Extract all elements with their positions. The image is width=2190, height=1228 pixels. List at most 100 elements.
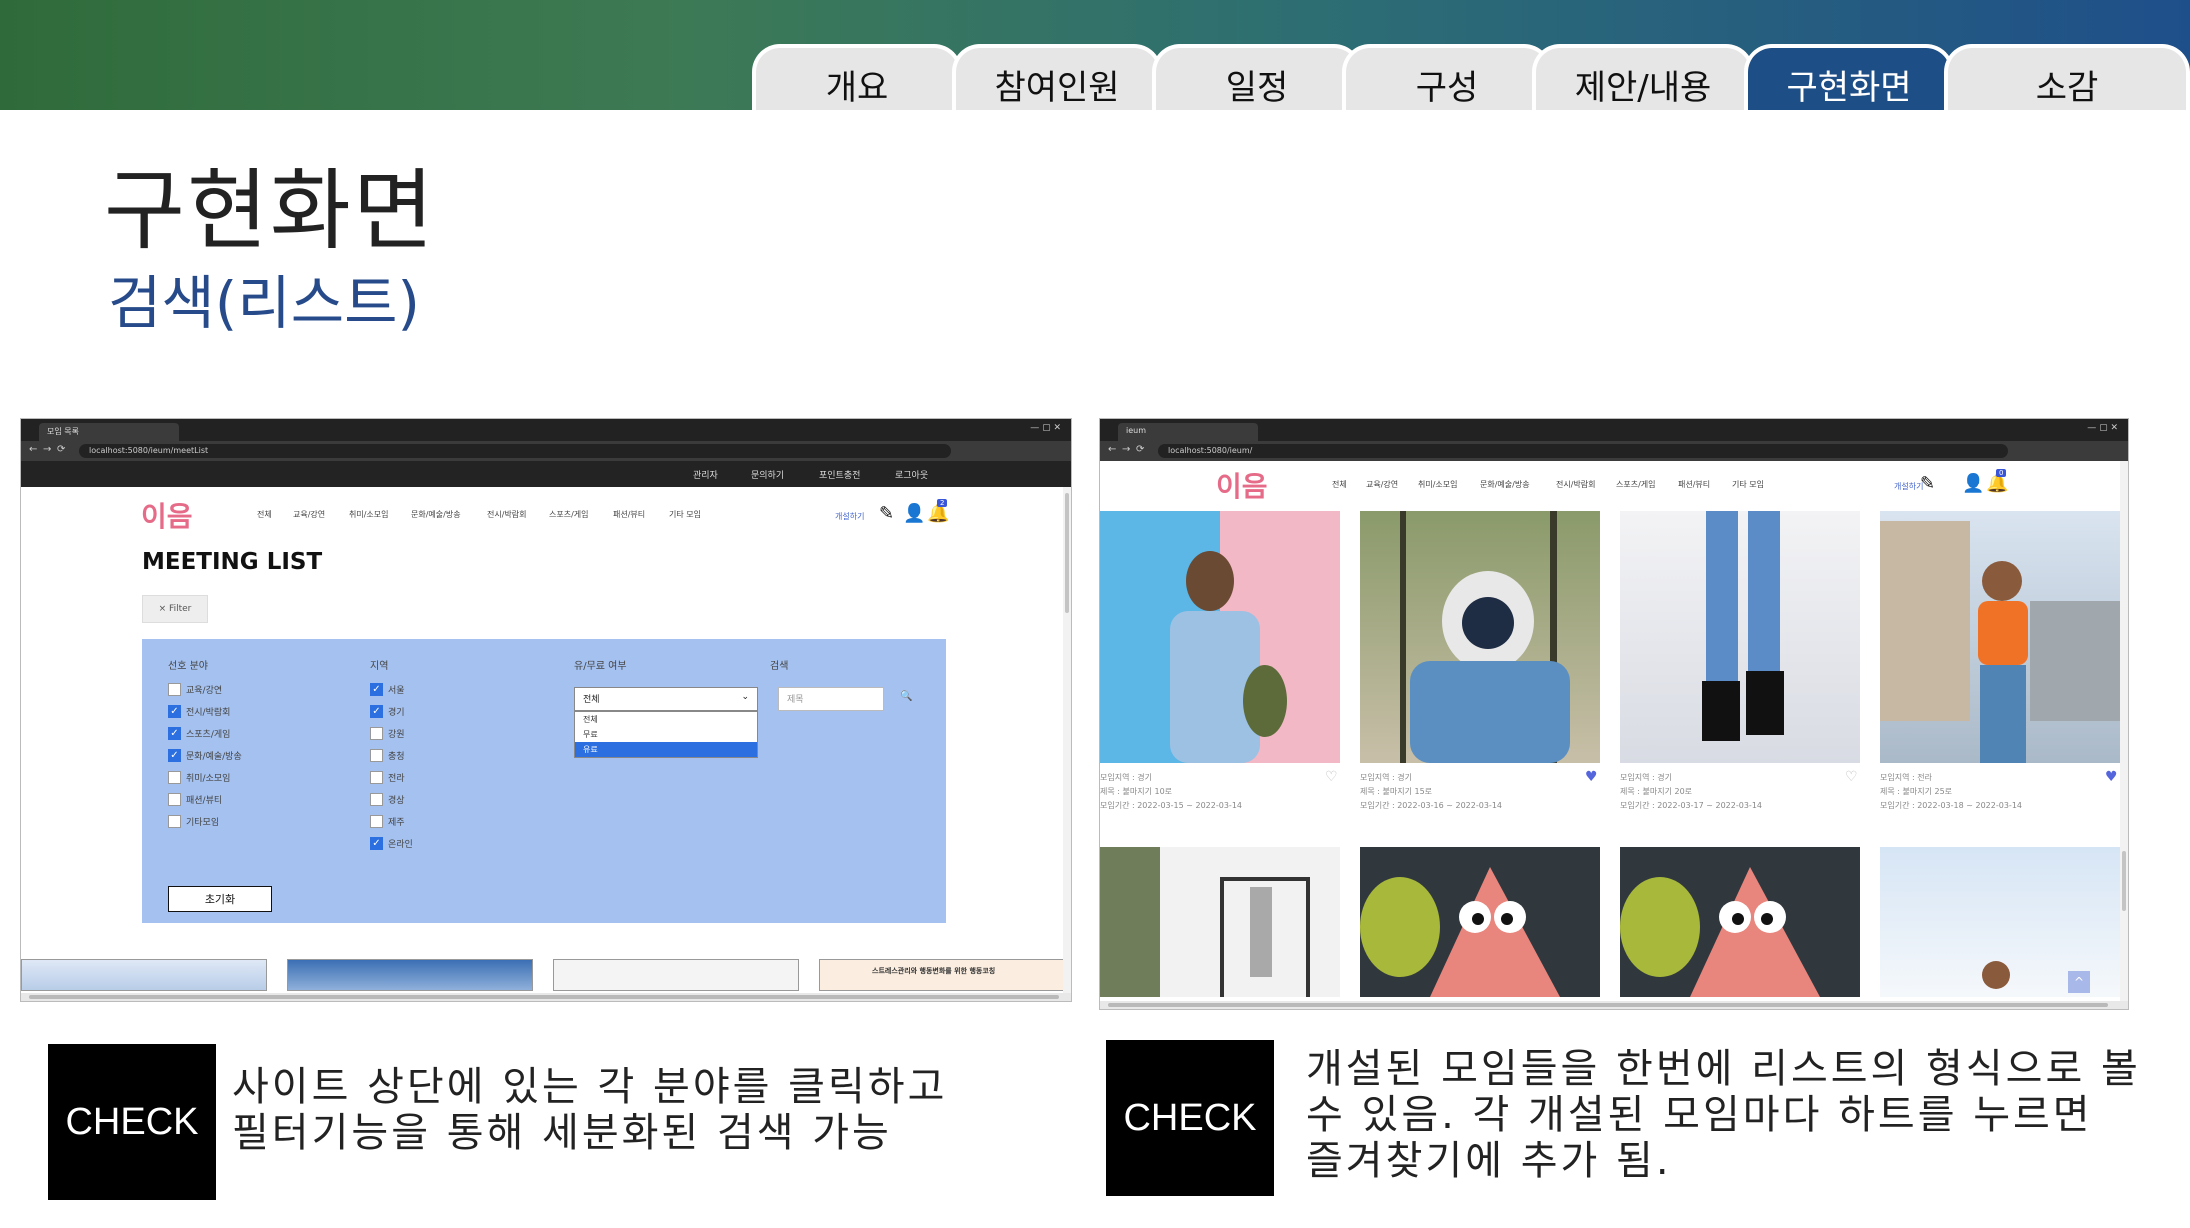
- nav-item[interactable]: 문화/예술/방송: [1480, 479, 1530, 490]
- vertical-scrollbar[interactable]: [2120, 461, 2128, 1001]
- window-controls-icon[interactable]: — ▢ ✕: [2087, 423, 2118, 433]
- checkbox-empty-icon[interactable]: [370, 793, 383, 806]
- filter-checkbox[interactable]: ✓ 문화/예술/방송: [168, 749, 242, 762]
- vertical-scrollbar[interactable]: [1063, 487, 1071, 993]
- nav-item[interactable]: 문화/예술/방송: [411, 509, 461, 520]
- nav-item[interactable]: 전시/박람회: [1556, 479, 1596, 490]
- tab-structure[interactable]: 구성: [1342, 44, 1552, 110]
- reload-icon[interactable]: ⟳: [57, 444, 65, 455]
- checkbox-empty-icon[interactable]: [168, 683, 181, 696]
- meeting-thumbnail[interactable]: 스트레스관리와 행동변화를 위한 행동코칭: [819, 959, 1065, 991]
- nav-item[interactable]: 취미/소모임: [349, 509, 389, 520]
- filter-checkbox[interactable]: 경상: [370, 793, 405, 806]
- filter-checkbox[interactable]: 전라: [370, 771, 405, 784]
- forward-icon[interactable]: →: [1122, 444, 1130, 455]
- nav-item[interactable]: 기타 모임: [669, 509, 701, 520]
- nav-item[interactable]: 전체: [1332, 479, 1347, 490]
- user-icon[interactable]: 👤: [1962, 473, 1984, 494]
- meeting-card-image[interactable]: [1100, 847, 1340, 997]
- checkbox-checked-icon[interactable]: ✓: [370, 705, 383, 718]
- tab-schedule[interactable]: 일정: [1152, 44, 1362, 110]
- heart-outline-icon[interactable]: ♡: [1845, 769, 1858, 785]
- checkbox-checked-icon[interactable]: ✓: [370, 837, 383, 850]
- filter-checkbox[interactable]: 제주: [370, 815, 405, 828]
- meeting-card-image[interactable]: [1620, 511, 1860, 763]
- meeting-thumbnail[interactable]: [287, 959, 533, 991]
- filter-checkbox[interactable]: ✓ 전시/박람회: [168, 705, 230, 718]
- filter-checkbox[interactable]: 충청: [370, 749, 405, 762]
- filter-checkbox[interactable]: 강원: [370, 727, 405, 740]
- meeting-card-image[interactable]: [1100, 511, 1340, 763]
- meeting-card-image[interactable]: [1360, 847, 1600, 997]
- search-icon[interactable]: 🔍: [900, 691, 912, 702]
- menu-inquiry[interactable]: 문의하기: [751, 468, 784, 481]
- fee-option-highlighted[interactable]: 유료: [575, 742, 757, 757]
- menu-logout[interactable]: 로그아웃: [895, 468, 928, 481]
- reset-button[interactable]: 초기화: [168, 886, 272, 912]
- browser-tab[interactable]: 모임 목록: [39, 423, 179, 441]
- filter-checkbox[interactable]: 기타모임: [168, 815, 219, 828]
- filter-checkbox[interactable]: ✓ 경기: [370, 705, 405, 718]
- fee-option[interactable]: 무료: [575, 727, 757, 742]
- checkbox-checked-icon[interactable]: ✓: [370, 683, 383, 696]
- nav-item[interactable]: 전시/박람회: [487, 509, 527, 520]
- meeting-thumbnail[interactable]: [21, 959, 267, 991]
- checkbox-empty-icon[interactable]: [168, 793, 181, 806]
- forward-icon[interactable]: →: [43, 444, 51, 455]
- fee-select[interactable]: 전체 ⌄: [574, 687, 758, 711]
- filter-checkbox[interactable]: 패션/뷰티: [168, 793, 222, 806]
- nav-item[interactable]: 스포츠/게임: [1616, 479, 1656, 490]
- meeting-card-info[interactable]: 모임지역 : 경기 제목 : 불마지기 20로 모임기간 : 2022-03-17 …: [1620, 771, 1860, 813]
- filter-checkbox[interactable]: ✓ 온라인: [370, 837, 413, 850]
- browser-tab[interactable]: ieum: [1118, 423, 1258, 441]
- checkbox-empty-icon[interactable]: [370, 727, 383, 740]
- reload-icon[interactable]: ⟳: [1136, 444, 1144, 455]
- scroll-top-button[interactable]: ^: [2068, 971, 2090, 993]
- create-edit-icon[interactable]: ✎: [879, 503, 894, 524]
- url-field[interactable]: localhost:5080/ieum/: [1158, 444, 2008, 458]
- nav-item[interactable]: 스포츠/게임: [549, 509, 589, 520]
- checkbox-empty-icon[interactable]: [370, 749, 383, 762]
- checkbox-empty-icon[interactable]: [370, 815, 383, 828]
- horizontal-scrollbar[interactable]: [21, 993, 1071, 1001]
- meeting-thumbnail[interactable]: [553, 959, 799, 991]
- back-icon[interactable]: ←: [1108, 444, 1116, 455]
- horizontal-scrollbar[interactable]: [1100, 1001, 2128, 1009]
- filter-checkbox[interactable]: ✓ 스포츠/게임: [168, 727, 230, 740]
- meeting-card-image[interactable]: [1620, 847, 1860, 997]
- tab-implementation[interactable]: 구현화면: [1744, 44, 1954, 110]
- checkbox-empty-icon[interactable]: [168, 815, 181, 828]
- window-controls-icon[interactable]: — ▢ ✕: [1030, 423, 1061, 433]
- create-meeting-link[interactable]: 개설하기: [835, 511, 864, 522]
- site-logo[interactable]: 이음: [1216, 465, 1268, 505]
- nav-item[interactable]: 패션/뷰티: [1678, 479, 1710, 490]
- meeting-card-info[interactable]: 모임지역 : 전라 제목 : 불마지기 25로 모임기간 : 2022-03-18 …: [1880, 771, 2120, 813]
- heart-filled-icon[interactable]: ♥: [2105, 769, 2118, 785]
- meeting-card-image[interactable]: [1360, 511, 1600, 763]
- checkbox-empty-icon[interactable]: [168, 771, 181, 784]
- heart-filled-icon[interactable]: ♥: [1585, 769, 1598, 785]
- tab-review[interactable]: 소감: [1944, 44, 2190, 110]
- filter-checkbox[interactable]: 취미/소모임: [168, 771, 230, 784]
- menu-admin[interactable]: 관리자: [693, 468, 718, 481]
- heart-outline-icon[interactable]: ♡: [1325, 769, 1338, 785]
- meeting-card-image[interactable]: [1880, 511, 2120, 763]
- url-field[interactable]: localhost:5080/ieum/meetList: [79, 444, 951, 458]
- create-edit-icon[interactable]: ✎: [1920, 473, 1935, 494]
- fee-option[interactable]: 전체: [575, 712, 757, 727]
- filter-toggle-button[interactable]: × Filter: [142, 595, 208, 623]
- nav-item[interactable]: 기타 모임: [1732, 479, 1764, 490]
- search-input[interactable]: 제목: [778, 687, 884, 711]
- tab-members[interactable]: 참여인원: [952, 44, 1162, 110]
- user-icon[interactable]: 👤: [903, 503, 925, 524]
- checkbox-checked-icon[interactable]: ✓: [168, 705, 181, 718]
- filter-checkbox[interactable]: 교육/강연: [168, 683, 222, 696]
- back-icon[interactable]: ←: [29, 444, 37, 455]
- nav-item[interactable]: 교육/강연: [293, 509, 325, 520]
- checkbox-checked-icon[interactable]: ✓: [168, 749, 181, 762]
- nav-item[interactable]: 패션/뷰티: [613, 509, 645, 520]
- meeting-card-info[interactable]: 모임지역 : 경기 제목 : 불마지기 10로 모임기간 : 2022-03-15 …: [1100, 771, 1340, 813]
- checkbox-checked-icon[interactable]: ✓: [168, 727, 181, 740]
- site-logo[interactable]: 이음: [141, 495, 193, 535]
- meeting-card-info[interactable]: 모임지역 : 경기 제목 : 불마지기 15로 모임기간 : 2022-03-16 …: [1360, 771, 1600, 813]
